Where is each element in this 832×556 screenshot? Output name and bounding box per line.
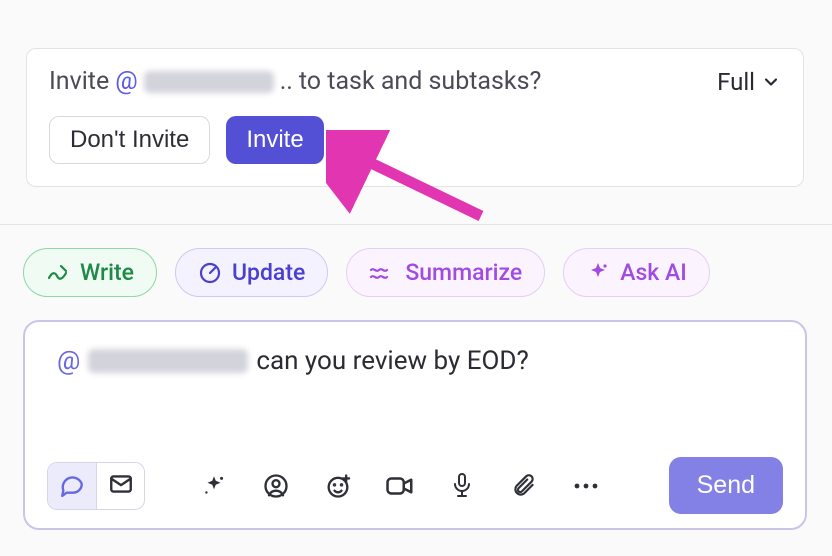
waves-icon [369,261,395,285]
chat-mode-button[interactable] [48,463,96,509]
envelope-icon [108,471,134,501]
ai-sparkle-button[interactable] [199,471,229,501]
gauge-icon [198,261,222,285]
send-button[interactable]: Send [669,457,783,514]
sparkle-icon [586,261,610,285]
composer-plain-text: can you review by EOD? [256,346,528,376]
attach-file-button[interactable] [509,471,539,501]
record-video-button[interactable] [385,471,415,501]
permission-scope-dropdown[interactable]: Full [717,68,781,96]
ellipsis-icon [572,481,600,491]
composer-textarea[interactable]: @ can you review by EOD? [47,346,783,376]
ask-ai-pill[interactable]: Ask AI [563,248,710,297]
redacted-username [144,71,274,93]
composer-toolbar: Send [47,457,783,514]
ask-ai-pill-label: Ask AI [620,259,687,286]
composer-mention-at: @ [57,346,80,376]
comment-composer[interactable]: @ can you review by EOD? [23,320,807,530]
update-pill-label: Update [232,259,305,286]
microphone-icon [450,472,474,500]
composer-redacted-username [88,349,248,373]
composer-mode-toggle [47,462,145,510]
mention-at-symbol: @ [115,67,137,96]
dont-invite-button[interactable]: Don't Invite [49,116,210,164]
scribble-icon [46,261,70,285]
write-pill[interactable]: Write [23,248,157,297]
emoji-button[interactable] [323,471,353,501]
smiley-plus-icon [324,472,352,500]
mention-person-icon [262,472,290,500]
video-camera-icon [385,473,415,499]
sparkles-icon [201,473,227,499]
email-mode-button[interactable] [96,463,144,509]
record-audio-button[interactable] [447,471,477,501]
permission-scope-label: Full [717,68,755,96]
summarize-pill[interactable]: Summarize [346,248,545,297]
summarize-pill-label: Summarize [405,259,522,286]
write-pill-label: Write [80,259,134,286]
invite-top-row: Invite @ .. to task and subtasks? Full [49,67,781,96]
invite-prompt-card: Invite @ .. to task and subtasks? Full D… [26,48,804,187]
paperclip-icon [511,472,537,500]
more-options-button[interactable] [571,471,601,501]
ai-action-pill-row: Write Update Summarize Ask AI [23,248,710,297]
invite-buttons-row: Don't Invite Invite [49,116,781,164]
invite-question: Invite @ .. to task and subtasks? [49,67,541,96]
update-pill[interactable]: Update [175,248,328,297]
chevron-down-icon [761,72,781,92]
chat-bubble-icon [59,471,85,501]
invite-dots: .. [280,67,293,96]
mention-button[interactable] [261,471,291,501]
toolbar-icons [199,471,601,501]
section-divider [0,224,832,225]
invite-button[interactable]: Invite [226,116,323,164]
toolbar-left [47,462,601,510]
invite-suffix: to task and subtasks? [299,67,541,96]
invite-prefix: Invite [49,67,109,96]
